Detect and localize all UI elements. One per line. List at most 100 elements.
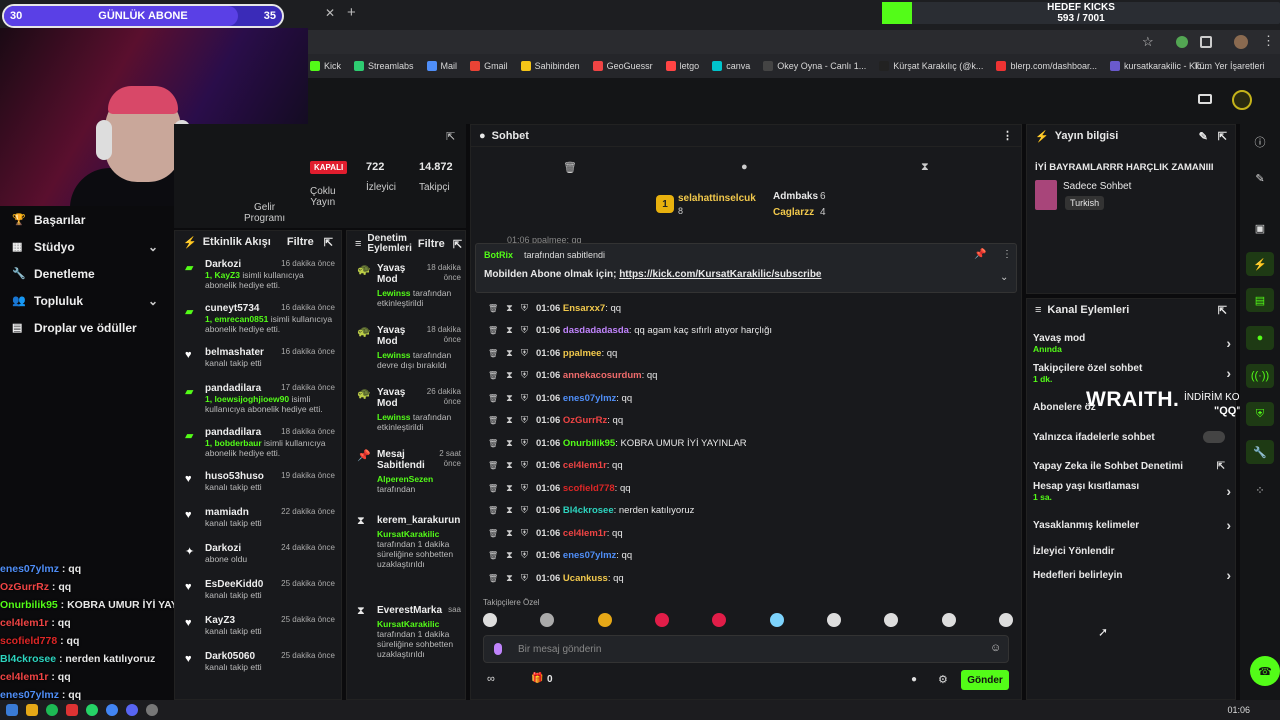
extension-icon[interactable] bbox=[1176, 36, 1188, 48]
chevron-right-icon[interactable]: › bbox=[1226, 365, 1231, 381]
mod-action-user[interactable]: AlperenSezen bbox=[377, 474, 433, 484]
hourglass-icon[interactable]: ⧗ bbox=[506, 325, 513, 336]
profile-avatar[interactable] bbox=[1234, 35, 1248, 49]
chat-message[interactable]: 🗑 ⧗ ⛨ 01:06 Ensarxx7: qq bbox=[471, 300, 621, 316]
trash-icon[interactable]: 🗑 bbox=[488, 506, 498, 515]
chevron-down-icon[interactable]: ⌄ bbox=[1000, 272, 1008, 283]
activity-item[interactable]: ♥ belmashater 16 dakika önce kanalı takip e… bbox=[175, 341, 341, 377]
hourglass-icon[interactable]: ⧗ bbox=[506, 415, 513, 426]
bolt-icon[interactable]: ⚡ bbox=[1246, 252, 1274, 276]
pin-menu-icon[interactable]: ⋮ bbox=[1002, 249, 1012, 260]
sidebar-item-1[interactable]: ▦ Stüdyo ⌄ bbox=[0, 233, 172, 260]
sidebar-item-3[interactable]: 👥 Topluluk ⌄ bbox=[0, 287, 172, 314]
apps-icon[interactable]: ⁘ bbox=[1246, 478, 1274, 502]
info-icon[interactable]: ⓘ bbox=[1246, 130, 1274, 154]
activity-item[interactable]: ▰ pandadilara 17 dakika önce 1, loewsijoghj… bbox=[175, 377, 341, 421]
activity-item[interactable]: ♥ Dark05060 25 dakika önce kanalı takip ett… bbox=[175, 645, 341, 681]
activity-item[interactable]: ✦ Darkozi 24 dakika önce abone oldu bbox=[175, 537, 341, 573]
trash-icon[interactable]: 🗑 bbox=[488, 326, 498, 335]
trash-icon[interactable]: 🗑 bbox=[488, 304, 498, 313]
activity-item[interactable]: ♥ mamiadn 22 dakika önce kanalı takip etti bbox=[175, 501, 341, 537]
broadcast-icon[interactable]: ((·)) bbox=[1246, 364, 1274, 388]
chevron-right-icon[interactable]: › bbox=[1226, 517, 1231, 533]
shield-icon[interactable]: ⛨ bbox=[521, 325, 528, 336]
obs-icon[interactable] bbox=[146, 704, 158, 716]
bookmark-item[interactable]: Okey Oyna - Canlı 1... bbox=[763, 61, 866, 71]
pin-icon[interactable]: 📌 bbox=[974, 249, 986, 260]
edit-icon[interactable]: ✎ bbox=[1199, 130, 1208, 143]
popout-icon[interactable]: ⇱ bbox=[1218, 130, 1227, 143]
user-avatar[interactable] bbox=[1232, 90, 1252, 110]
chat-username[interactable]: dasdadadasda bbox=[563, 325, 629, 336]
hourglass-icon[interactable]: ⧗ bbox=[506, 393, 513, 404]
chevron-right-icon[interactable]: › bbox=[1226, 567, 1231, 583]
menu-dots-icon[interactable]: ⋮ bbox=[1262, 33, 1275, 49]
emote-icon[interactable] bbox=[483, 613, 497, 627]
activity-user[interactable]: cuneyt5734 bbox=[205, 303, 259, 314]
shield-icon[interactable]: ⛨ bbox=[521, 528, 528, 539]
bookmark-item[interactable]: canva bbox=[712, 61, 750, 71]
pinned-link[interactable]: https://kick.com/KursatKarakilic/subscri… bbox=[619, 269, 821, 280]
bookmark-item[interactable]: Gmail bbox=[470, 61, 508, 71]
bookmark-item[interactable]: Mail bbox=[426, 61, 457, 71]
chat-message[interactable]: 🗑 ⧗ ⛨ 01:06 OzGurrRz: qq bbox=[471, 413, 623, 429]
gift-icon[interactable]: 🎁 bbox=[531, 673, 543, 684]
chat-input[interactable]: Bir mesaj gönderin ☺ bbox=[483, 635, 1009, 663]
mod-action-user[interactable]: KursatKarakilic bbox=[377, 619, 439, 629]
spotify-icon[interactable] bbox=[46, 704, 58, 716]
activity-filter-button[interactable]: Filtre bbox=[287, 236, 314, 248]
shield-icon[interactable]: ⛨ bbox=[521, 348, 528, 359]
chat-username[interactable]: OzGurrRz bbox=[563, 415, 607, 426]
chat-message[interactable]: 🗑 ⧗ ⛨ 01:06 dasdadadasda: qq agam kaç sıfır… bbox=[471, 323, 772, 339]
bookmark-item[interactable]: letgo bbox=[665, 61, 699, 71]
wallet-icon[interactable] bbox=[1198, 94, 1212, 104]
top-gifter-1-name[interactable]: selahattinselcuk bbox=[678, 193, 756, 204]
mod-action-user[interactable]: Lewinss bbox=[377, 350, 411, 360]
chevron-down-icon[interactable]: ⌄ bbox=[148, 240, 158, 254]
star-icon[interactable]: ☆ bbox=[1142, 34, 1154, 50]
activity-item[interactable]: ▰ Darkozi 16 dakika önce 1, KayZ3 isimli ku… bbox=[175, 253, 341, 297]
shield-icon[interactable]: ⛨ bbox=[521, 505, 528, 516]
new-tab-icon[interactable]: + bbox=[347, 4, 356, 21]
discord-icon[interactable] bbox=[126, 704, 138, 716]
trash-icon[interactable]: 🗑 bbox=[488, 371, 498, 380]
folder-icon[interactable] bbox=[26, 704, 38, 716]
activity-user[interactable]: belmashater bbox=[205, 347, 264, 358]
sidebar-item-4[interactable]: ▤ Droplar ve ödüller bbox=[0, 314, 172, 341]
activity-user[interactable]: Darkozi bbox=[205, 259, 241, 270]
bookmark-item[interactable]: Kürşat Karakılıç (@k... bbox=[879, 61, 983, 71]
channel-action-item[interactable]: Yalnızca ifadelerle sohbet bbox=[1027, 425, 1237, 449]
chat-message[interactable]: 🗑 ⧗ ⛨ 01:06 Ucankuss: qq bbox=[471, 570, 624, 586]
channel-action-item[interactable]: İzleyici Yönlendir bbox=[1027, 539, 1237, 563]
wrench-icon[interactable]: 🔧 bbox=[1246, 440, 1274, 464]
emote-icon[interactable] bbox=[597, 613, 612, 627]
hourglass-icon[interactable]: ⧗ bbox=[506, 505, 513, 516]
chrome-icon[interactable] bbox=[106, 704, 118, 716]
bookmark-item[interactable]: Kick bbox=[310, 61, 341, 71]
channel-action-item[interactable]: Yavaş mod Anında › bbox=[1027, 331, 1237, 355]
hourglass-icon[interactable]: ⧗ bbox=[506, 370, 513, 381]
activity-user[interactable]: pandadilara bbox=[205, 383, 261, 394]
top-gifter-2-name[interactable]: Admbaks bbox=[773, 191, 818, 202]
bookmark-item[interactable]: Sahibinden bbox=[520, 61, 580, 71]
emote-icon[interactable] bbox=[712, 613, 727, 627]
mod-action-item[interactable]: 📌 Mesaj Sabitlendi 2 saat önce AlperenSezen t… bbox=[347, 443, 465, 509]
emote-icon[interactable] bbox=[654, 613, 669, 627]
trash-icon[interactable]: 🗑 bbox=[488, 416, 498, 425]
multistream-label[interactable]: Çoklu Yayın bbox=[310, 186, 336, 208]
chat-username[interactable]: Onurbilik95 bbox=[563, 438, 615, 449]
chat-message[interactable]: 🗑 ⧗ ⛨ 01:06 scofield778: qq bbox=[471, 480, 631, 496]
chat-icon[interactable]: ● bbox=[1246, 326, 1274, 350]
category-name[interactable]: Sadece Sohbet bbox=[1063, 181, 1131, 192]
shield-icon[interactable]: ⛨ bbox=[521, 438, 528, 449]
chat-message[interactable]: 🗑 ⧗ ⛨ 01:06 enes07ylmz: qq bbox=[471, 390, 632, 406]
activity-item[interactable]: ♥ EsDeeKidd0 25 dakika önce kanalı takip et… bbox=[175, 573, 341, 609]
trash-icon[interactable]: 🗑 bbox=[488, 461, 498, 470]
all-bookmarks[interactable]: Tüm Yer İşaretleri bbox=[1194, 61, 1265, 71]
puzzle-icon[interactable] bbox=[1200, 36, 1212, 48]
send-button[interactable]: Gönder bbox=[961, 670, 1009, 690]
popout-icon[interactable]: ⇱ bbox=[453, 238, 462, 251]
mod-action-user[interactable]: KursatKarakilic bbox=[377, 529, 439, 539]
mod-action-user[interactable]: Lewinss bbox=[377, 412, 411, 422]
activity-item[interactable]: ♥ huso53huso 19 dakika önce kanalı takip et… bbox=[175, 465, 341, 501]
